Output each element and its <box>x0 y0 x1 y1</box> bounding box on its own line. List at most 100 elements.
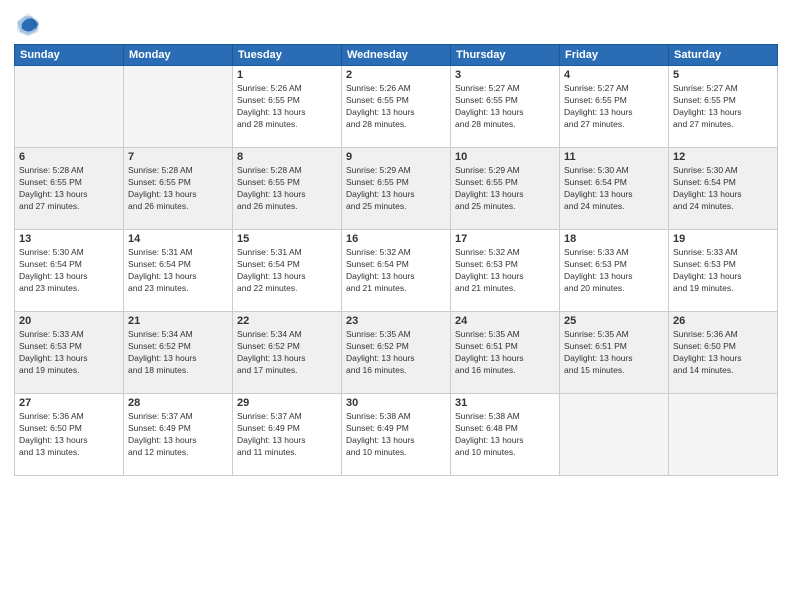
weekday-header-monday: Monday <box>124 45 233 66</box>
day-number: 10 <box>455 151 555 163</box>
day-number: 28 <box>128 397 228 409</box>
day-info: Sunrise: 5:33 AM Sunset: 6:53 PM Dayligh… <box>564 247 664 295</box>
calendar-day-cell: 22 Sunrise: 5:34 AM Sunset: 6:52 PM Dayli… <box>233 312 342 394</box>
day-info: Sunrise: 5:36 AM Sunset: 6:50 PM Dayligh… <box>19 411 119 459</box>
day-info: Sunrise: 5:35 AM Sunset: 6:51 PM Dayligh… <box>455 329 555 377</box>
day-number: 5 <box>673 69 773 81</box>
day-info: Sunrise: 5:36 AM Sunset: 6:50 PM Dayligh… <box>673 329 773 377</box>
day-info: Sunrise: 5:38 AM Sunset: 6:48 PM Dayligh… <box>455 411 555 459</box>
day-info: Sunrise: 5:26 AM Sunset: 6:55 PM Dayligh… <box>237 83 337 131</box>
calendar-day-cell <box>560 394 669 476</box>
calendar-day-cell: 7 Sunrise: 5:28 AM Sunset: 6:55 PM Daylig… <box>124 148 233 230</box>
weekday-header-friday: Friday <box>560 45 669 66</box>
day-info: Sunrise: 5:29 AM Sunset: 6:55 PM Dayligh… <box>346 165 446 213</box>
day-info: Sunrise: 5:34 AM Sunset: 6:52 PM Dayligh… <box>128 329 228 377</box>
weekday-header-sunday: Sunday <box>15 45 124 66</box>
day-info: Sunrise: 5:34 AM Sunset: 6:52 PM Dayligh… <box>237 329 337 377</box>
day-number: 29 <box>237 397 337 409</box>
calendar-day-cell: 8Sunrise: 5:28 AM Sunset: 6:55 PM Daylig… <box>233 148 342 230</box>
day-number: 25 <box>564 315 664 327</box>
day-info: Sunrise: 5:37 AM Sunset: 6:49 PM Dayligh… <box>128 411 228 459</box>
calendar-body: 1 Sunrise: 5:26 AM Sunset: 6:55 PM Daylig… <box>15 66 778 476</box>
logo-icon <box>14 10 42 38</box>
day-info: Sunrise: 5:38 AM Sunset: 6:49 PM Dayligh… <box>346 411 446 459</box>
calendar-day-cell: 29 Sunrise: 5:37 AM Sunset: 6:49 PM Dayli… <box>233 394 342 476</box>
day-number: 6 <box>19 151 119 163</box>
calendar-day-cell: 23Sunrise: 5:35 AM Sunset: 6:52 PM Dayli… <box>342 312 451 394</box>
day-number: 1 <box>237 69 337 81</box>
calendar-day-cell: 4Sunrise: 5:27 AM Sunset: 6:55 PM Daylig… <box>560 66 669 148</box>
day-number: 13 <box>19 233 119 245</box>
day-number: 11 <box>564 151 664 163</box>
calendar-day-cell: 16 Sunrise: 5:32 AM Sunset: 6:54 PM Dayli… <box>342 230 451 312</box>
calendar-day-cell: 26 Sunrise: 5:36 AM Sunset: 6:50 PM Dayli… <box>669 312 778 394</box>
calendar-day-cell: 14 Sunrise: 5:31 AM Sunset: 6:54 PM Dayli… <box>124 230 233 312</box>
calendar-day-cell: 21 Sunrise: 5:34 AM Sunset: 6:52 PM Dayli… <box>124 312 233 394</box>
weekday-header-tuesday: Tuesday <box>233 45 342 66</box>
calendar-week-row: 27 Sunrise: 5:36 AM Sunset: 6:50 PM Dayli… <box>15 394 778 476</box>
calendar-week-row: 6 Sunrise: 5:28 AM Sunset: 6:55 PM Daylig… <box>15 148 778 230</box>
day-number: 17 <box>455 233 555 245</box>
day-number: 26 <box>673 315 773 327</box>
day-number: 31 <box>455 397 555 409</box>
day-info: Sunrise: 5:31 AM Sunset: 6:54 PM Dayligh… <box>128 247 228 295</box>
logo <box>14 10 46 38</box>
day-info: Sunrise: 5:27 AM Sunset: 6:55 PM Dayligh… <box>673 83 773 131</box>
day-info: Sunrise: 5:30 AM Sunset: 6:54 PM Dayligh… <box>19 247 119 295</box>
calendar-day-cell: 28 Sunrise: 5:37 AM Sunset: 6:49 PM Dayli… <box>124 394 233 476</box>
calendar-day-cell: 27 Sunrise: 5:36 AM Sunset: 6:50 PM Dayli… <box>15 394 124 476</box>
weekday-header-saturday: Saturday <box>669 45 778 66</box>
calendar-day-cell: 11 Sunrise: 5:30 AM Sunset: 6:54 PM Dayli… <box>560 148 669 230</box>
day-number: 14 <box>128 233 228 245</box>
weekday-row: SundayMondayTuesdayWednesdayThursdayFrid… <box>15 45 778 66</box>
calendar-day-cell: 19Sunrise: 5:33 AM Sunset: 6:53 PM Dayli… <box>669 230 778 312</box>
day-info: Sunrise: 5:29 AM Sunset: 6:55 PM Dayligh… <box>455 165 555 213</box>
day-info: Sunrise: 5:31 AM Sunset: 6:54 PM Dayligh… <box>237 247 337 295</box>
calendar-day-cell: 3 Sunrise: 5:27 AM Sunset: 6:55 PM Daylig… <box>451 66 560 148</box>
calendar-day-cell <box>15 66 124 148</box>
page: SundayMondayTuesdayWednesdayThursdayFrid… <box>0 0 792 612</box>
day-number: 18 <box>564 233 664 245</box>
day-number: 3 <box>455 69 555 81</box>
calendar-header: SundayMondayTuesdayWednesdayThursdayFrid… <box>15 45 778 66</box>
calendar-day-cell: 13 Sunrise: 5:30 AM Sunset: 6:54 PM Dayli… <box>15 230 124 312</box>
day-number: 20 <box>19 315 119 327</box>
calendar-day-cell: 20 Sunrise: 5:33 AM Sunset: 6:53 PM Dayli… <box>15 312 124 394</box>
calendar-day-cell: 17Sunrise: 5:32 AM Sunset: 6:53 PM Dayli… <box>451 230 560 312</box>
calendar-day-cell: 5 Sunrise: 5:27 AM Sunset: 6:55 PM Daylig… <box>669 66 778 148</box>
day-number: 7 <box>128 151 228 163</box>
day-number: 12 <box>673 151 773 163</box>
calendar-week-row: 20 Sunrise: 5:33 AM Sunset: 6:53 PM Dayli… <box>15 312 778 394</box>
day-number: 22 <box>237 315 337 327</box>
day-info: Sunrise: 5:33 AM Sunset: 6:53 PM Dayligh… <box>19 329 119 377</box>
day-number: 15 <box>237 233 337 245</box>
weekday-header-thursday: Thursday <box>451 45 560 66</box>
day-info: Sunrise: 5:27 AM Sunset: 6:55 PM Dayligh… <box>455 83 555 131</box>
day-number: 8 <box>237 151 337 163</box>
calendar-day-cell: 10 Sunrise: 5:29 AM Sunset: 6:55 PM Dayli… <box>451 148 560 230</box>
day-number: 23 <box>346 315 446 327</box>
day-number: 24 <box>455 315 555 327</box>
calendar-day-cell: 24 Sunrise: 5:35 AM Sunset: 6:51 PM Dayli… <box>451 312 560 394</box>
day-info: Sunrise: 5:37 AM Sunset: 6:49 PM Dayligh… <box>237 411 337 459</box>
day-number: 16 <box>346 233 446 245</box>
day-number: 2 <box>346 69 446 81</box>
day-info: Sunrise: 5:30 AM Sunset: 6:54 PM Dayligh… <box>564 165 664 213</box>
calendar-day-cell: 18 Sunrise: 5:33 AM Sunset: 6:53 PM Dayli… <box>560 230 669 312</box>
day-number: 9 <box>346 151 446 163</box>
day-info: Sunrise: 5:33 AM Sunset: 6:53 PM Dayligh… <box>673 247 773 295</box>
day-number: 21 <box>128 315 228 327</box>
calendar-day-cell: 30 Sunrise: 5:38 AM Sunset: 6:49 PM Dayli… <box>342 394 451 476</box>
calendar-day-cell: 12Sunrise: 5:30 AM Sunset: 6:54 PM Dayli… <box>669 148 778 230</box>
calendar-day-cell: 31 Sunrise: 5:38 AM Sunset: 6:48 PM Dayli… <box>451 394 560 476</box>
day-info: Sunrise: 5:27 AM Sunset: 6:55 PM Dayligh… <box>564 83 664 131</box>
day-number: 30 <box>346 397 446 409</box>
calendar-week-row: 13 Sunrise: 5:30 AM Sunset: 6:54 PM Dayli… <box>15 230 778 312</box>
day-info: Sunrise: 5:28 AM Sunset: 6:55 PM Dayligh… <box>128 165 228 213</box>
day-number: 27 <box>19 397 119 409</box>
day-info: Sunrise: 5:26 AM Sunset: 6:55 PM Dayligh… <box>346 83 446 131</box>
calendar-day-cell: 25Sunrise: 5:35 AM Sunset: 6:51 PM Dayli… <box>560 312 669 394</box>
day-info: Sunrise: 5:32 AM Sunset: 6:54 PM Dayligh… <box>346 247 446 295</box>
day-info: Sunrise: 5:28 AM Sunset: 6:55 PM Dayligh… <box>19 165 119 213</box>
calendar-table: SundayMondayTuesdayWednesdayThursdayFrid… <box>14 44 778 476</box>
